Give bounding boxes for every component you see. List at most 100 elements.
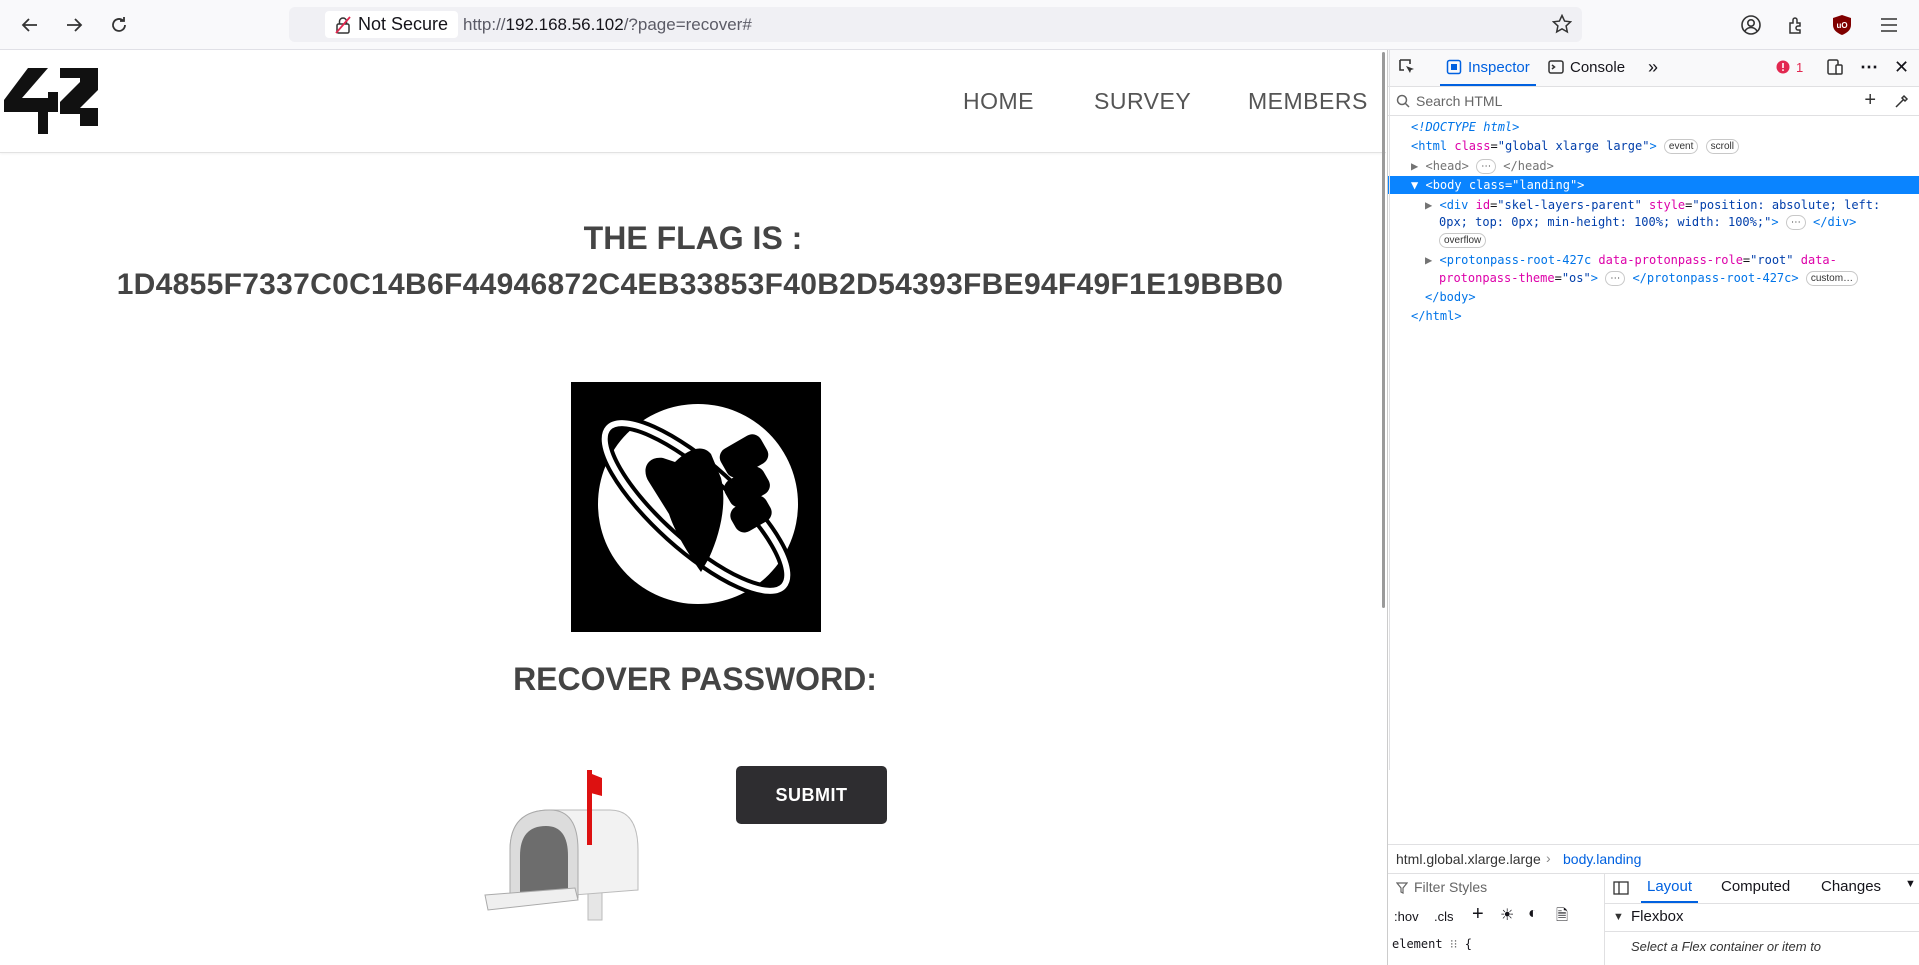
responsive-mode-icon[interactable] [1826,50,1844,84]
tree-protonpass-node-cont[interactable]: protonpass-theme="os"> ⋯ </protonpass-ro… [1439,269,1859,287]
html-bracket: > [1649,139,1657,153]
devtools-panel: Inspector Console » 1 ⋯ ✕ Search HTML + … [1387,50,1919,965]
console-icon [1548,60,1564,74]
tree-head-node[interactable]: ▶ <head> ⋯ </head> [1411,157,1554,175]
tab-computed[interactable]: Computed [1721,873,1790,901]
inspector-icon [1446,59,1462,75]
collapsed-ellipsis-badge[interactable]: ⋯ [1605,271,1626,286]
element-picker-button[interactable] [1398,50,1416,84]
protonpass-close-tag: </protonpass-root-427c> [1632,271,1799,285]
tree-div-node-cont[interactable]: 0px; top: 0px; min-height: 100%; width: … [1439,213,1856,231]
url-bar[interactable]: Not Secure http://192.168.56.102/?page=r… [289,7,1582,42]
dark-theme-icon[interactable]: ◐ [1528,905,1538,923]
expand-triangle-icon[interactable]: ▶ [1425,253,1432,267]
tree-protonpass-node[interactable]: ▶ <protonpass-root-427c data-protonpass-… [1425,251,1837,269]
url-text[interactable]: http://192.168.56.102/?page=recover# [463,15,752,35]
side-tabs-dropdown-icon[interactable]: ▼ [1905,878,1916,890]
tab-changes[interactable]: Changes [1821,873,1881,901]
tree-body-close[interactable]: </body> [1425,288,1476,306]
element-rule-label: element [1392,937,1443,951]
nav-survey[interactable]: SURVEY [1094,88,1191,115]
event-badge[interactable]: event [1663,139,1699,154]
div-close-tag: </div> [1813,215,1857,229]
add-node-icon[interactable]: + [1864,89,1876,112]
tab-console-label: Console [1570,58,1626,76]
nav-members[interactable]: MEMBERS [1248,88,1368,115]
forward-button[interactable] [59,10,89,40]
html-class-val: "global xlarge large" [1497,139,1650,153]
error-count: 1 [1796,59,1804,75]
account-icon[interactable] [1738,12,1764,38]
site-security-indicator[interactable]: Not Secure [325,11,459,38]
back-button[interactable] [15,10,45,40]
url-path: /?page=recover# [623,15,752,34]
insecure-lock-icon [335,15,351,34]
search-html-placeholder: Search HTML [1416,93,1503,109]
nav-home[interactable]: HOME [963,88,1034,115]
devtools-toolbar: Inspector Console » 1 ⋯ ✕ [1388,50,1919,87]
url-prefix: http:// [463,15,506,34]
scroll-badge[interactable]: scroll [1705,139,1739,154]
page-scrollbar[interactable] [1382,52,1385,608]
recover-password-title: RECOVER PASSWORD: [513,661,877,697]
reload-icon [112,17,126,32]
print-media-icon[interactable]: 🗎 [1556,905,1568,930]
expand-triangle-icon[interactable]: ▶ [1411,159,1418,173]
light-theme-icon[interactable]: ☀ [1500,905,1514,925]
collapsed-ellipsis-badge[interactable]: ⋯ [1785,215,1806,230]
tab-inspector[interactable]: Inspector [1440,50,1536,86]
error-counter[interactable]: 1 [1776,50,1803,84]
breadcrumb-body[interactable]: body.landing [1563,851,1641,867]
forward-arrow-icon [67,18,83,32]
devtools-options-icon[interactable]: ⋯ [1860,50,1878,84]
sidebar-toggle-icon[interactable] [1613,881,1629,895]
tab-console[interactable]: Console [1548,50,1625,84]
tree-div-node[interactable]: ▶ <div id="skel-layers-parent" style="po… [1425,196,1880,214]
extensions-puzzle-icon[interactable] [1783,12,1809,38]
tree-html-close[interactable]: </html> [1411,307,1462,325]
tree-body-node-selected[interactable]: ▼ <body class="landing"> [1411,176,1584,194]
more-tabs-chevron-icon[interactable]: » [1648,50,1658,84]
hov-button[interactable]: :hov [1394,909,1419,924]
back-arrow-icon [21,18,37,32]
rules-pane: Filter Styles :hov .cls + ☀ ◐ 🗎 element … [1388,873,1605,965]
tab-inspector-label: Inspector [1468,58,1530,76]
app-menu-icon[interactable] [1876,12,1902,38]
security-label: Not Secure [358,14,449,34]
div-style-val-1: "position: absolute; left: [1692,198,1881,212]
custom-badge[interactable]: custom… [1805,271,1859,286]
flexbox-section-title[interactable]: Flexbox [1631,908,1684,925]
hitchhiker-logo-image [571,382,821,632]
overflow-badge[interactable]: overflow [1439,233,1487,248]
body-open-tag: <body class="landing"> [1425,178,1585,192]
protonpass-theme-val: "os" [1561,271,1591,285]
flexbox-collapse-icon[interactable]: ▼ [1613,911,1624,923]
tree-html-node[interactable]: <html class="global xlarge large"> event… [1411,137,1739,155]
eyedropper-icon[interactable] [1894,93,1910,109]
submit-button[interactable]: SUBMIT [736,766,887,824]
tree-doctype[interactable]: <!DOCTYPE html> [1411,118,1519,136]
search-html-field[interactable]: Search HTML + [1388,87,1919,116]
filter-styles-input[interactable]: Filter Styles [1414,879,1487,895]
ublock-icon[interactable]: uO [1829,12,1855,38]
collapsed-ellipsis-badge[interactable]: ⋯ [1476,159,1497,174]
protonpass-theme-attr-1: data- [1800,253,1837,267]
reload-button[interactable] [104,10,134,40]
doctype-text: <!DOCTYPE html> [1411,120,1520,134]
cls-button[interactable]: .cls [1434,909,1454,924]
search-icon [1396,94,1410,108]
flag-title: THE FLAG IS : [583,220,803,256]
breadcrumb-html[interactable]: html.global.xlarge.large [1396,851,1541,867]
tab-layout[interactable]: Layout [1641,873,1699,903]
logo-42[interactable] [4,68,100,139]
add-rule-icon[interactable]: + [1472,903,1484,926]
bookmark-star-icon[interactable] [1551,13,1573,39]
expand-triangle-icon[interactable]: ▶ [1425,198,1432,212]
collapse-triangle-icon[interactable]: ▼ [1411,178,1418,192]
html-class-attr: class [1454,139,1491,153]
splitter[interactable] [1389,50,1390,770]
close-devtools-icon[interactable]: ✕ [1894,50,1909,84]
layout-pane: Layout Computed Changes ▼ ▼ Flexbox Sele… [1605,873,1919,965]
element-picker-icon [1399,59,1414,73]
div-open-tag: <div [1439,198,1469,212]
